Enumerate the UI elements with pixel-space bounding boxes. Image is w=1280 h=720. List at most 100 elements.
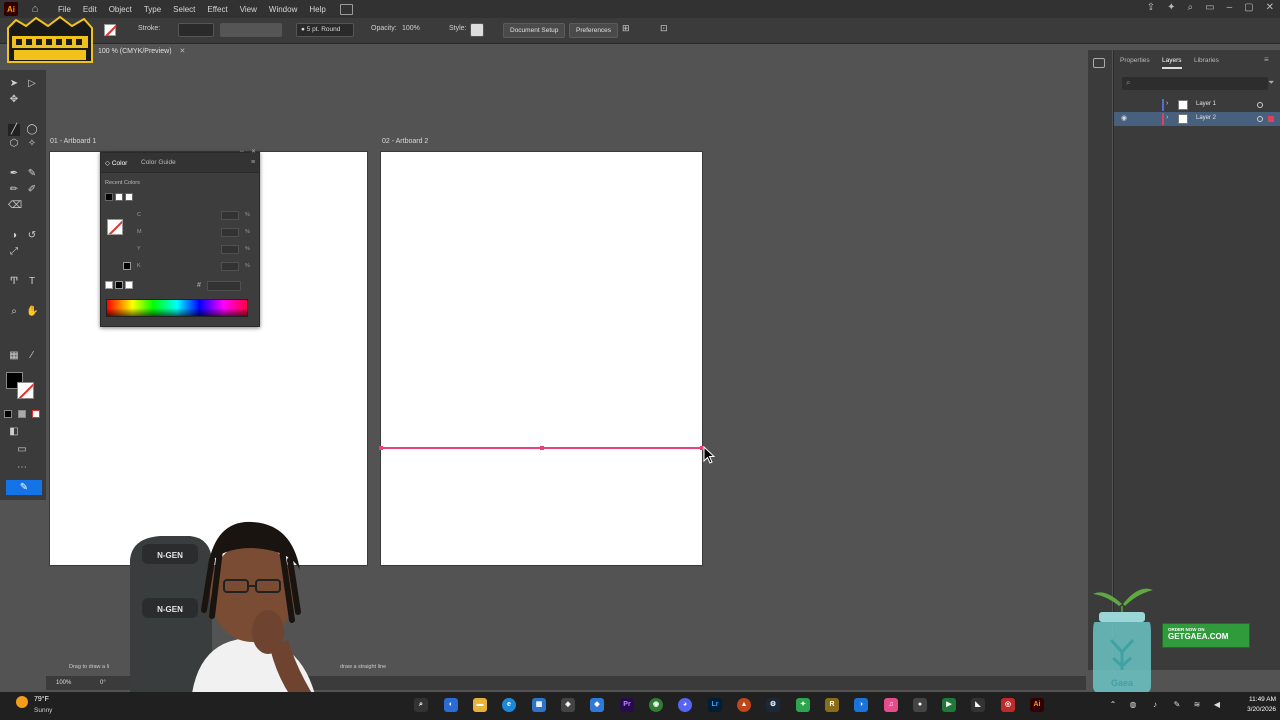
expand-layer-icon[interactable]: › xyxy=(1166,100,1168,107)
hex-field[interactable] xyxy=(207,281,241,291)
menu-select[interactable]: Select xyxy=(173,5,195,14)
menu-object[interactable]: Object xyxy=(109,5,132,14)
premiere-icon[interactable]: Pr xyxy=(620,698,634,712)
document-setup-button[interactable]: Document Setup xyxy=(503,23,566,38)
pen-tool-icon[interactable]: ✒ xyxy=(8,168,20,180)
none-mode-icon[interactable] xyxy=(32,410,40,418)
menu-file[interactable]: File xyxy=(58,5,71,14)
layer-row-2[interactable]: ◉ › Layer 2 xyxy=(1114,112,1280,126)
hand-tool-icon[interactable]: ✋ xyxy=(26,306,38,318)
brave-icon[interactable]: ▲ xyxy=(737,698,751,712)
artboard-2[interactable] xyxy=(380,151,703,566)
draw-mode-button[interactable]: ✎ xyxy=(6,480,42,495)
close-icon[interactable]: ✕ xyxy=(1266,2,1274,13)
filter-icon[interactable]: ⏷ xyxy=(1268,78,1274,88)
out-of-gamut-swatch[interactable] xyxy=(123,262,131,270)
tray-chevron-icon[interactable]: ⌃ xyxy=(1108,700,1118,710)
edge-icon[interactable]: e xyxy=(502,698,516,712)
gradient-tool-icon[interactable]: ▦ xyxy=(8,350,20,362)
preferences-button[interactable]: Preferences xyxy=(569,23,619,38)
star-tool-icon[interactable]: ✧ xyxy=(26,138,38,150)
r-app-icon[interactable]: R xyxy=(825,698,839,712)
line-segment-tool-icon[interactable]: ╱ xyxy=(8,124,20,136)
magenta-field[interactable] xyxy=(221,228,239,237)
share-icon[interactable]: ⇪ xyxy=(1147,2,1155,13)
eyedropper-tool-icon[interactable]: ⁄ xyxy=(26,350,38,362)
menu-type[interactable]: Type xyxy=(144,5,161,14)
target-icon[interactable] xyxy=(1257,116,1263,122)
menu-effect[interactable]: Effect xyxy=(207,5,227,14)
tab-layers[interactable]: Layers xyxy=(1162,57,1182,69)
search-icon[interactable]: ⌕ xyxy=(1188,2,1194,13)
black-field[interactable] xyxy=(221,262,239,271)
transform-icon[interactable]: ⊡ xyxy=(660,23,668,34)
eraser-tool-icon[interactable]: ⌫ xyxy=(8,200,22,212)
workspace-icon[interactable]: ▭ xyxy=(1205,2,1214,13)
line-start-anchor[interactable] xyxy=(379,446,383,450)
tab-libraries[interactable]: Libraries xyxy=(1194,57,1219,64)
promo-badge[interactable]: ORDER NOW ON GETGAEA.COM xyxy=(1162,623,1250,648)
store-icon[interactable]: ▦ xyxy=(532,698,546,712)
menu-edit[interactable]: Edit xyxy=(83,5,97,14)
panel-menu-icon[interactable]: ≡ xyxy=(1264,55,1269,64)
line-center-point[interactable] xyxy=(540,446,544,450)
black-swatch[interactable] xyxy=(115,281,123,289)
none-swatch[interactable] xyxy=(105,281,113,289)
menu-help[interactable]: Help xyxy=(309,5,325,14)
shape-builder-icon[interactable]: ◑ xyxy=(8,230,20,242)
cyan-field[interactable] xyxy=(221,211,239,220)
ellipse-tool-icon[interactable]: ◯ xyxy=(26,124,38,136)
stroke-weight-field[interactable] xyxy=(178,23,214,37)
zoom-tool-icon[interactable]: ⌕ xyxy=(8,306,20,318)
selection-tool-icon[interactable]: ➤ xyxy=(8,78,20,90)
align-icon[interactable]: ⊞ xyxy=(622,23,630,34)
style-swatch[interactable] xyxy=(470,23,484,37)
mic-icon[interactable]: ♪ xyxy=(1150,700,1160,710)
tab-properties[interactable]: Properties xyxy=(1120,57,1150,64)
recent-swatch-black[interactable] xyxy=(105,193,113,201)
menu-window[interactable]: Window xyxy=(269,5,297,14)
target-icon[interactable] xyxy=(1257,102,1263,108)
gradient-mode-icon[interactable] xyxy=(18,410,26,418)
more-tools-icon[interactable]: ⋯ xyxy=(16,462,28,474)
visibility-eye-icon[interactable]: ◉ xyxy=(1121,114,1127,122)
search-taskbar-icon[interactable]: ⌕ xyxy=(414,698,428,712)
volume-icon[interactable]: ◀ xyxy=(1212,700,1222,710)
music-icon[interactable]: ♫ xyxy=(884,698,898,712)
type-tool-icon[interactable]: T xyxy=(26,276,38,288)
minimize-icon[interactable]: – xyxy=(1227,2,1233,13)
paintbrush-tool-icon[interactable]: ✎ xyxy=(26,168,38,180)
copilot-icon[interactable]: ◐ xyxy=(444,698,458,712)
blob-brush-icon[interactable]: ✐ xyxy=(26,184,38,196)
polygon-tool-icon[interactable]: ⬡ xyxy=(8,138,20,150)
pen-icon[interactable]: ✎ xyxy=(1172,700,1182,710)
layers-search-input[interactable]: ⌕ xyxy=(1122,77,1268,90)
chrome-icon[interactable]: ◉ xyxy=(649,698,663,712)
media-icon[interactable]: ◣ xyxy=(971,698,985,712)
tab-color[interactable]: ◇ Color xyxy=(105,159,127,167)
rotation-value[interactable]: 0° xyxy=(100,680,106,686)
arrange-documents-icon[interactable] xyxy=(339,3,353,15)
recent-swatch-white-2[interactable] xyxy=(125,193,133,201)
blue-app-icon[interactable]: ◑ xyxy=(854,698,868,712)
color-mode-icon[interactable] xyxy=(4,410,12,418)
discord-icon[interactable]: ◕ xyxy=(678,698,692,712)
document-tab[interactable]: 100 % (CMYK/Preview) ✕ xyxy=(98,45,185,59)
type-on-path-icon[interactable]: Ͳ xyxy=(8,276,20,288)
terminal-icon[interactable]: ▶ xyxy=(942,698,956,712)
direct-selection-tool-icon[interactable]: ▷ xyxy=(26,78,38,90)
scale-tool-icon[interactable]: ⤢ xyxy=(8,246,20,258)
obs-icon[interactable]: ● xyxy=(913,698,927,712)
opacity-value[interactable]: 100% xyxy=(402,25,420,32)
fill-stroke-swatch[interactable] xyxy=(104,24,116,36)
photos-icon[interactable]: ◆ xyxy=(590,698,604,712)
system-clock[interactable]: 11:49 AM 3/20/2026 xyxy=(1230,695,1276,715)
close-tab-icon[interactable]: ✕ xyxy=(180,48,186,55)
color-spectrum-bar[interactable] xyxy=(106,299,248,317)
menu-view[interactable]: View xyxy=(240,5,257,14)
draw-normal-icon[interactable]: ◧ xyxy=(8,426,20,438)
pencil-tool-icon[interactable]: ✏ xyxy=(8,184,20,196)
yellow-field[interactable] xyxy=(221,245,239,254)
tab-color-guide[interactable]: Color Guide xyxy=(141,159,176,166)
illustrator-taskbar-icon[interactable]: Ai xyxy=(1030,698,1044,712)
